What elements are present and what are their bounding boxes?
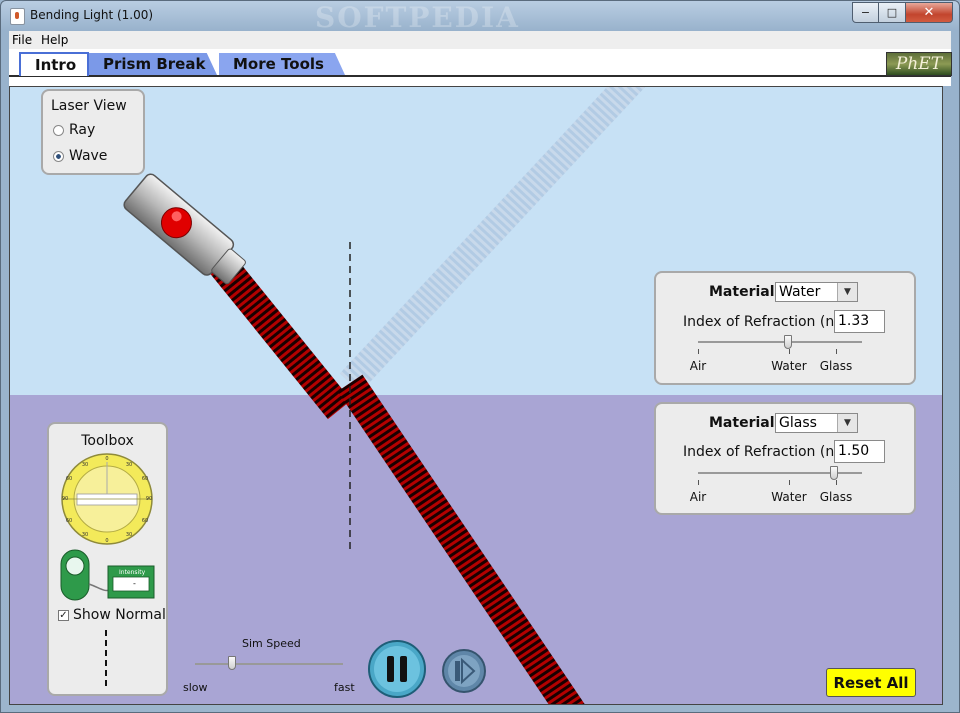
protractor-mark: 30 <box>126 532 132 538</box>
protractor-icon[interactable]: 0 30 60 90 30 60 90 60 30 0 30 60 <box>57 452 157 546</box>
top-material-value: Water <box>779 284 821 300</box>
tab-more-tools[interactable]: More Tools <box>219 53 345 75</box>
top-material-label: Material: <box>709 284 781 300</box>
tick-label-water: Water <box>771 359 807 373</box>
tick-label-glass: Glass <box>819 359 853 373</box>
tab-prism-break[interactable]: Prism Break <box>89 53 217 75</box>
laser-pointer-icon[interactable] <box>122 172 251 291</box>
pause-button[interactable] <box>367 639 427 699</box>
sim-speed-slow: slow <box>183 681 208 694</box>
tick-glass <box>836 349 837 354</box>
top-ior-slider-track[interactable] <box>698 341 862 343</box>
laser-view-panel: Laser View Ray Wave <box>41 89 145 175</box>
window-title: Bending Light (1.00) <box>30 8 154 22</box>
protractor-mark: 0 <box>105 456 108 462</box>
show-normal-option[interactable]: ✓ Show Normal <box>58 607 166 623</box>
java-app-icon <box>10 8 25 25</box>
top-ior-slider-thumb[interactable] <box>784 335 793 349</box>
protractor-mark: 60 <box>142 476 148 482</box>
ray-option[interactable]: Ray <box>53 122 95 138</box>
normal-tool-icon[interactable] <box>104 630 108 690</box>
app-window: Bending Light (1.00) SOFTPEDIA − □ ✕ Fil… <box>0 0 960 713</box>
bottom-medium-panel: Material: Glass ▼ Index of Refraction (n… <box>654 402 916 515</box>
protractor-mark: 60 <box>142 518 148 524</box>
wave-label: Wave <box>69 148 108 164</box>
laser-view-title: Laser View <box>51 98 127 114</box>
protractor-mark: 60 <box>66 518 72 524</box>
tick-label-air: Air <box>689 359 707 373</box>
toolbox-panel: Toolbox 0 30 60 90 30 60 90 60 30 0 30 6… <box>47 422 168 696</box>
ray-radio[interactable] <box>53 124 64 136</box>
top-ior-field[interactable]: 1.33 <box>834 310 885 333</box>
sim-speed-fast: fast <box>334 681 355 694</box>
tick-glass <box>836 480 837 485</box>
protractor-mark: 0 <box>105 538 108 544</box>
tick-label-water: Water <box>771 490 807 504</box>
watermark: SOFTPEDIA <box>315 1 520 34</box>
simulation-canvas: Laser View Ray Wave Material: Water ▼ In… <box>9 86 943 705</box>
sim-speed-thumb[interactable] <box>228 656 236 670</box>
show-normal-label: Show Normal <box>73 607 166 623</box>
bottom-ior-label: Index of Refraction (n): <box>683 444 845 460</box>
sim-speed-track[interactable] <box>195 663 343 665</box>
title-bar: Bending Light (1.00) SOFTPEDIA − □ ✕ <box>1 1 959 34</box>
minimize-button[interactable]: − <box>852 2 879 23</box>
tick-water <box>789 480 790 485</box>
tick-water <box>789 349 790 354</box>
protractor-mark: 90 <box>146 496 152 502</box>
bottom-material-label: Material: <box>709 415 781 431</box>
maximize-button[interactable]: □ <box>878 2 906 23</box>
menu-file[interactable]: File <box>12 33 32 47</box>
toolbox-title: Toolbox <box>81 433 134 449</box>
chevron-down-icon[interactable]: ▼ <box>837 414 857 432</box>
tick-label-air: Air <box>689 490 707 504</box>
tick-air <box>698 349 699 354</box>
menu-bar: File Help <box>9 31 951 50</box>
reflected-beam <box>339 87 647 393</box>
top-material-select[interactable]: Water ▼ <box>775 282 858 302</box>
tick-label-glass: Glass <box>819 490 853 504</box>
bottom-material-select[interactable]: Glass ▼ <box>775 413 858 433</box>
phet-logo[interactable]: PhET <box>886 52 952 76</box>
reset-all-button[interactable]: Reset All <box>826 668 916 697</box>
top-ior-label: Index of Refraction (n): <box>683 314 845 330</box>
protractor-mark: 30 <box>82 462 88 468</box>
wave-option[interactable]: Wave <box>53 148 107 164</box>
intensity-value: - <box>133 579 136 588</box>
protractor-mark: 30 <box>82 532 88 538</box>
close-button[interactable]: ✕ <box>905 2 953 23</box>
bottom-ior-field[interactable]: 1.50 <box>834 440 885 463</box>
wave-radio[interactable] <box>53 150 64 162</box>
protractor-mark: 30 <box>126 462 132 468</box>
protractor-mark: 90 <box>62 496 68 502</box>
tick-air <box>698 480 699 485</box>
tab-underline <box>9 75 951 77</box>
tab-bar: More Tools Prism Break Intro PhET <box>9 49 952 86</box>
menu-help[interactable]: Help <box>41 33 68 47</box>
show-normal-checkbox[interactable]: ✓ <box>58 609 69 621</box>
tab-intro[interactable]: Intro <box>19 52 89 76</box>
sim-speed-label: Sim Speed <box>242 637 301 650</box>
protractor-mark: 60 <box>66 476 72 482</box>
chevron-down-icon[interactable]: ▼ <box>837 283 857 301</box>
intensity-label: Intensity <box>119 569 146 576</box>
bottom-material-value: Glass <box>779 415 817 431</box>
bottom-ior-slider-thumb[interactable] <box>830 466 839 480</box>
top-medium-panel: Material: Water ▼ Index of Refraction (n… <box>654 271 916 385</box>
ray-label: Ray <box>69 122 96 138</box>
step-button[interactable] <box>441 648 487 694</box>
